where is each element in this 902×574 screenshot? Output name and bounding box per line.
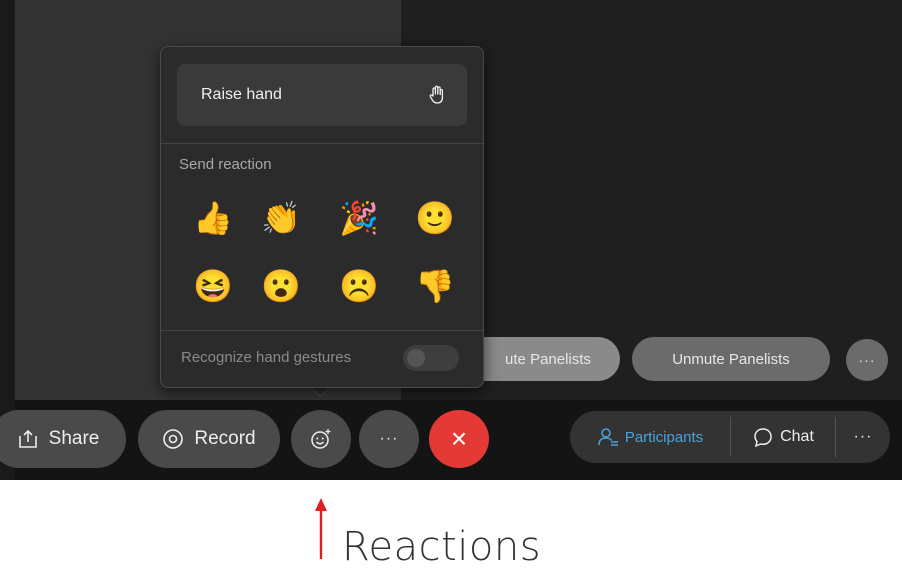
mute-panelists-label: ute Panelists bbox=[505, 350, 591, 368]
hand-gestures-toggle[interactable] bbox=[403, 345, 459, 371]
sad-face-reaction[interactable]: ☹️ bbox=[335, 262, 383, 310]
reactions-button[interactable] bbox=[291, 410, 351, 468]
end-call-button[interactable]: × bbox=[429, 410, 489, 468]
smiling-face-reaction[interactable]: 🙂 bbox=[411, 194, 459, 242]
chat-label: Chat bbox=[780, 428, 814, 445]
party-popper-reaction[interactable]: 🎉 bbox=[335, 194, 383, 242]
more-icon: ··· bbox=[858, 352, 876, 368]
share-button[interactable]: Share bbox=[0, 410, 126, 468]
raise-hand-button[interactable]: Raise hand bbox=[177, 64, 467, 126]
record-label: Record bbox=[194, 428, 256, 449]
chat-icon bbox=[752, 426, 774, 448]
annotation-arrow-icon bbox=[315, 498, 327, 559]
participants-icon bbox=[597, 426, 619, 448]
unmute-panelists-button[interactable]: Unmute Panelists bbox=[632, 337, 830, 381]
panel-toggle-group: Participants Chat ··· bbox=[570, 411, 890, 463]
close-icon: × bbox=[450, 423, 468, 454]
chat-button[interactable]: Chat bbox=[731, 411, 835, 463]
divider bbox=[161, 143, 483, 144]
right-more-button[interactable]: ··· bbox=[836, 411, 890, 463]
thumbs-up-reaction[interactable]: 👍 bbox=[189, 194, 237, 242]
record-button[interactable]: Record bbox=[138, 410, 280, 468]
more-icon: ··· bbox=[853, 428, 873, 445]
hand-icon bbox=[429, 85, 445, 105]
send-reaction-heading: Send reaction bbox=[179, 156, 272, 173]
divider bbox=[161, 330, 483, 331]
more-icon: ··· bbox=[379, 430, 399, 447]
surprised-face-reaction[interactable]: 😮 bbox=[257, 262, 305, 310]
panelists-more-button[interactable]: ··· bbox=[846, 339, 888, 381]
thumbs-down-reaction[interactable]: 👎 bbox=[411, 262, 459, 310]
record-icon bbox=[162, 428, 184, 450]
unmute-panelists-label: Unmute Panelists bbox=[672, 350, 790, 368]
share-icon bbox=[17, 429, 39, 449]
participants-label: Participants bbox=[624, 428, 704, 446]
more-options-button[interactable]: ··· bbox=[359, 410, 419, 468]
hand-gestures-label: Recognize hand gestures bbox=[181, 349, 352, 366]
meeting-window: ute Panelists Unmute Panelists ··· Share… bbox=[0, 0, 902, 480]
raise-hand-label: Raise hand bbox=[201, 86, 282, 103]
clapping-hands-reaction[interactable]: 👏 bbox=[257, 194, 305, 242]
share-label: Share bbox=[48, 428, 100, 449]
annotation-label: Reactions bbox=[342, 524, 542, 570]
reactions-popup: Raise hand Send reaction 👍 👏 🎉 🙂 😆 😮 ☹️ … bbox=[160, 46, 484, 388]
reactions-icon bbox=[309, 427, 333, 451]
laughing-face-reaction[interactable]: 😆 bbox=[189, 262, 237, 310]
participants-button[interactable]: Participants bbox=[570, 411, 730, 463]
toggle-knob bbox=[407, 349, 425, 367]
